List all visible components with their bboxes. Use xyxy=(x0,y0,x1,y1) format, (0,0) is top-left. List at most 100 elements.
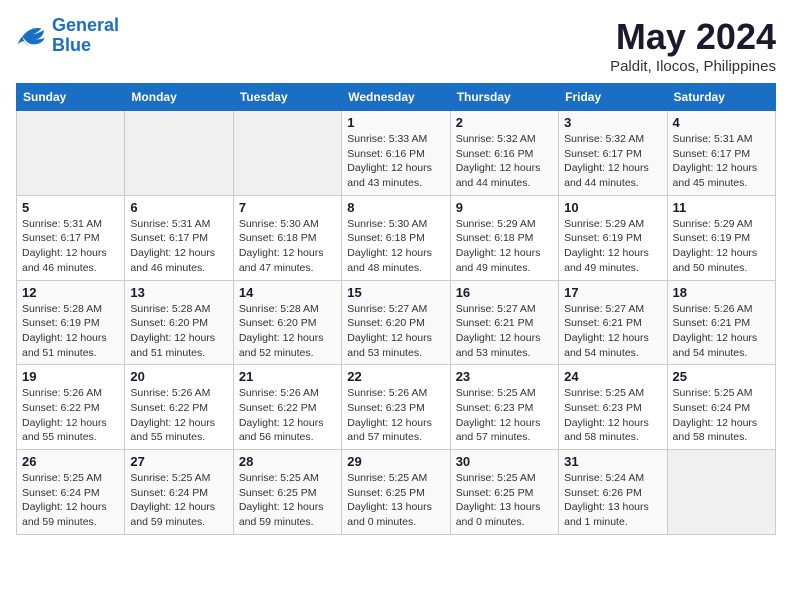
calendar-cell: 2Sunrise: 5:32 AM Sunset: 6:16 PM Daylig… xyxy=(450,111,558,196)
calendar-cell: 18Sunrise: 5:26 AM Sunset: 6:21 PM Dayli… xyxy=(667,280,775,365)
day-number: 26 xyxy=(22,454,119,469)
calendar-cell: 15 Sunrise: 5:27 AM Sunset: 6:20 PM Dayli… xyxy=(342,280,450,365)
day-number: 8 xyxy=(347,200,444,215)
calendar-cell: 25Sunrise: 5:25 AM Sunset: 6:24 PM Dayli… xyxy=(667,365,775,450)
day-info: Sunrise: 5:32 AM Sunset: 6:17 PM Dayligh… xyxy=(564,132,661,191)
logo-blue: Blue xyxy=(52,35,91,55)
calendar-cell: 12 Sunrise: 5:28 AM Sunset: 6:19 PM Dayli… xyxy=(17,280,125,365)
day-info: Sunrise: 5:25 AM Sunset: 6:24 PM Dayligh… xyxy=(673,386,770,445)
calendar-week-5: 26 Sunrise: 5:25 AM Sunset: 6:24 PM Dayli… xyxy=(17,450,776,535)
day-info: Sunrise: 5:26 AM Sunset: 6:23 PM Dayligh… xyxy=(347,386,444,445)
day-number: 1 xyxy=(347,115,444,130)
day-number: 10 xyxy=(564,200,661,215)
location-subtitle: Paldit, Ilocos, Philippines xyxy=(610,58,776,75)
day-info: Sunrise: 5:29 AM Sunset: 6:19 PM Dayligh… xyxy=(673,217,770,276)
logo-text: General Blue xyxy=(52,16,119,56)
day-info: Sunrise: 5:25 AM Sunset: 6:24 PM Dayligh… xyxy=(22,471,119,530)
calendar-cell: 23 Sunrise: 5:25 AM Sunset: 6:23 PM Dayli… xyxy=(450,365,558,450)
weekday-header-friday: Friday xyxy=(559,84,667,111)
calendar-cell xyxy=(125,111,233,196)
day-number: 6 xyxy=(130,200,227,215)
calendar-cell: 5 Sunrise: 5:31 AM Sunset: 6:17 PM Daylig… xyxy=(17,195,125,280)
calendar-cell: 1 Sunrise: 5:33 AM Sunset: 6:16 PM Daylig… xyxy=(342,111,450,196)
day-info: Sunrise: 5:31 AM Sunset: 6:17 PM Dayligh… xyxy=(22,217,119,276)
day-info: Sunrise: 5:25 AM Sunset: 6:24 PM Dayligh… xyxy=(130,471,227,530)
calendar-cell xyxy=(17,111,125,196)
day-info: Sunrise: 5:31 AM Sunset: 6:17 PM Dayligh… xyxy=(673,132,770,191)
day-number: 17 xyxy=(564,285,661,300)
calendar-cell: 17 Sunrise: 5:27 AM Sunset: 6:21 PM Dayli… xyxy=(559,280,667,365)
day-number: 9 xyxy=(456,200,553,215)
calendar-cell: 13 Sunrise: 5:28 AM Sunset: 6:20 PM Dayli… xyxy=(125,280,233,365)
day-info: Sunrise: 5:27 AM Sunset: 6:21 PM Dayligh… xyxy=(456,302,553,361)
calendar-cell: 30 Sunrise: 5:25 AM Sunset: 6:25 PM Dayli… xyxy=(450,450,558,535)
weekday-header-thursday: Thursday xyxy=(450,84,558,111)
day-number: 5 xyxy=(22,200,119,215)
day-info: Sunrise: 5:28 AM Sunset: 6:20 PM Dayligh… xyxy=(130,302,227,361)
weekday-header-saturday: Saturday xyxy=(667,84,775,111)
day-info: Sunrise: 5:26 AM Sunset: 6:22 PM Dayligh… xyxy=(130,386,227,445)
day-info: Sunrise: 5:25 AM Sunset: 6:25 PM Dayligh… xyxy=(456,471,553,530)
day-number: 29 xyxy=(347,454,444,469)
day-info: Sunrise: 5:25 AM Sunset: 6:23 PM Dayligh… xyxy=(456,386,553,445)
calendar-cell: 14Sunrise: 5:28 AM Sunset: 6:20 PM Dayli… xyxy=(233,280,341,365)
day-info: Sunrise: 5:27 AM Sunset: 6:20 PM Dayligh… xyxy=(347,302,444,361)
logo-general: General xyxy=(52,15,119,35)
calendar-cell xyxy=(667,450,775,535)
calendar-cell: 7 Sunrise: 5:30 AM Sunset: 6:18 PM Daylig… xyxy=(233,195,341,280)
day-number: 23 xyxy=(456,369,553,384)
day-number: 15 xyxy=(347,285,444,300)
day-number: 19 xyxy=(22,369,119,384)
day-info: Sunrise: 5:25 AM Sunset: 6:25 PM Dayligh… xyxy=(347,471,444,530)
calendar-cell: 29 Sunrise: 5:25 AM Sunset: 6:25 PM Dayli… xyxy=(342,450,450,535)
page-header: General Blue May 2024 Paldit, Ilocos, Ph… xyxy=(16,16,776,75)
day-number: 30 xyxy=(456,454,553,469)
weekday-header-sunday: Sunday xyxy=(17,84,125,111)
calendar-week-2: 5 Sunrise: 5:31 AM Sunset: 6:17 PM Daylig… xyxy=(17,195,776,280)
calendar-week-1: 1 Sunrise: 5:33 AM Sunset: 6:16 PM Daylig… xyxy=(17,111,776,196)
calendar-cell: 24Sunrise: 5:25 AM Sunset: 6:23 PM Dayli… xyxy=(559,365,667,450)
calendar-cell: 27Sunrise: 5:25 AM Sunset: 6:24 PM Dayli… xyxy=(125,450,233,535)
day-info: Sunrise: 5:30 AM Sunset: 6:18 PM Dayligh… xyxy=(347,217,444,276)
weekday-header-monday: Monday xyxy=(125,84,233,111)
title-block: May 2024 Paldit, Ilocos, Philippines xyxy=(610,16,776,75)
day-number: 21 xyxy=(239,369,336,384)
day-number: 16 xyxy=(456,285,553,300)
calendar-cell: 6 Sunrise: 5:31 AM Sunset: 6:17 PM Daylig… xyxy=(125,195,233,280)
calendar-cell xyxy=(233,111,341,196)
day-info: Sunrise: 5:28 AM Sunset: 6:20 PM Dayligh… xyxy=(239,302,336,361)
day-info: Sunrise: 5:31 AM Sunset: 6:17 PM Dayligh… xyxy=(130,217,227,276)
calendar-table: SundayMondayTuesdayWednesdayThursdayFrid… xyxy=(16,83,776,535)
day-number: 3 xyxy=(564,115,661,130)
day-info: Sunrise: 5:28 AM Sunset: 6:19 PM Dayligh… xyxy=(22,302,119,361)
day-number: 24 xyxy=(564,369,661,384)
month-title: May 2024 xyxy=(610,16,776,58)
day-info: Sunrise: 5:29 AM Sunset: 6:18 PM Dayligh… xyxy=(456,217,553,276)
day-number: 18 xyxy=(673,285,770,300)
day-info: Sunrise: 5:24 AM Sunset: 6:26 PM Dayligh… xyxy=(564,471,661,530)
calendar-cell: 22 Sunrise: 5:26 AM Sunset: 6:23 PM Dayli… xyxy=(342,365,450,450)
calendar-cell: 3 Sunrise: 5:32 AM Sunset: 6:17 PM Daylig… xyxy=(559,111,667,196)
calendar-week-4: 19 Sunrise: 5:26 AM Sunset: 6:22 PM Dayli… xyxy=(17,365,776,450)
day-number: 4 xyxy=(673,115,770,130)
day-info: Sunrise: 5:29 AM Sunset: 6:19 PM Dayligh… xyxy=(564,217,661,276)
day-info: Sunrise: 5:33 AM Sunset: 6:16 PM Dayligh… xyxy=(347,132,444,191)
calendar-week-3: 12 Sunrise: 5:28 AM Sunset: 6:19 PM Dayli… xyxy=(17,280,776,365)
day-info: Sunrise: 5:30 AM Sunset: 6:18 PM Dayligh… xyxy=(239,217,336,276)
day-number: 28 xyxy=(239,454,336,469)
calendar-cell: 16 Sunrise: 5:27 AM Sunset: 6:21 PM Dayli… xyxy=(450,280,558,365)
day-number: 7 xyxy=(239,200,336,215)
day-number: 31 xyxy=(564,454,661,469)
calendar-cell: 21Sunrise: 5:26 AM Sunset: 6:22 PM Dayli… xyxy=(233,365,341,450)
day-number: 2 xyxy=(456,115,553,130)
calendar-cell: 19Sunrise: 5:26 AM Sunset: 6:22 PM Dayli… xyxy=(17,365,125,450)
day-number: 12 xyxy=(22,285,119,300)
day-number: 22 xyxy=(347,369,444,384)
logo: General Blue xyxy=(16,16,119,56)
logo-icon xyxy=(16,22,48,50)
weekday-header-wednesday: Wednesday xyxy=(342,84,450,111)
calendar-cell: 26 Sunrise: 5:25 AM Sunset: 6:24 PM Dayli… xyxy=(17,450,125,535)
calendar-cell: 10 Sunrise: 5:29 AM Sunset: 6:19 PM Dayli… xyxy=(559,195,667,280)
day-number: 13 xyxy=(130,285,227,300)
day-info: Sunrise: 5:27 AM Sunset: 6:21 PM Dayligh… xyxy=(564,302,661,361)
